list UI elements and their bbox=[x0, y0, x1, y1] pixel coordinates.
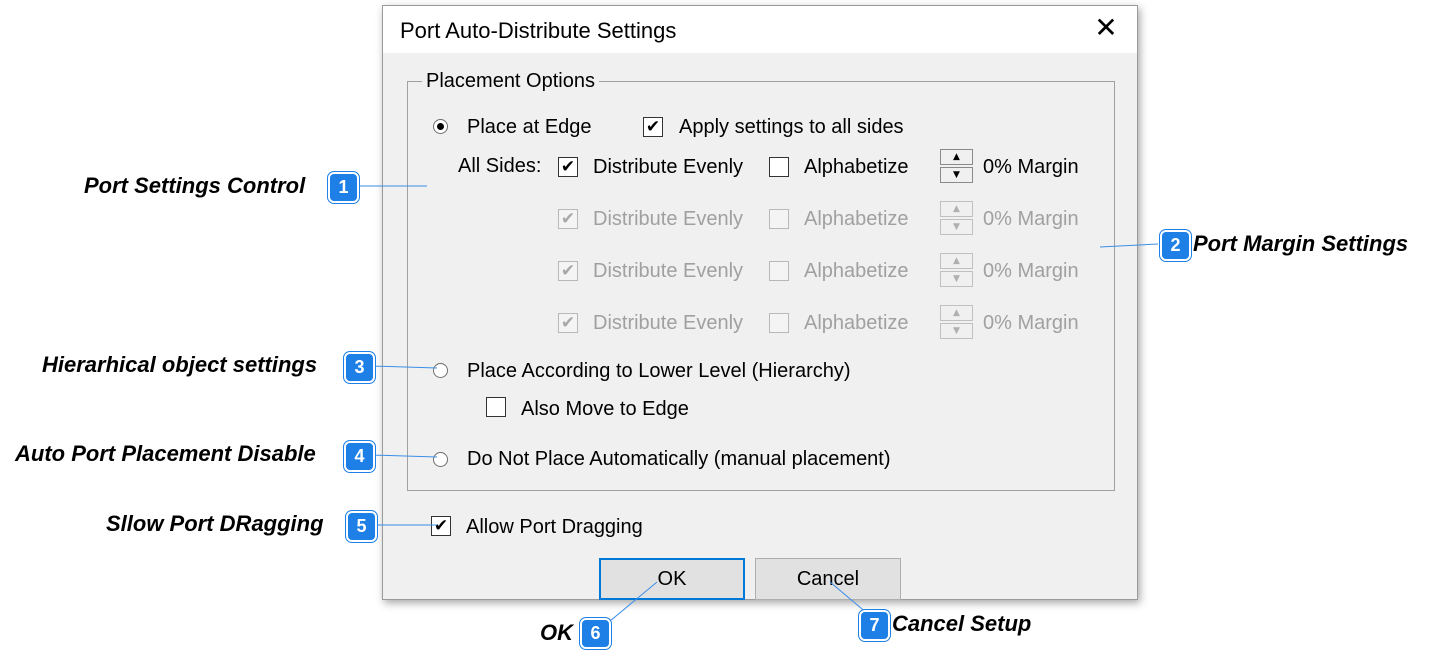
distribute-evenly-checkbox[interactable]: ✔ bbox=[558, 157, 578, 177]
dialog-title: Port Auto-Distribute Settings bbox=[400, 18, 677, 43]
place-at-edge-label: Place at Edge bbox=[467, 116, 592, 138]
port-auto-distribute-dialog: Port Auto-Distribute Settings ✕ Placemen… bbox=[382, 5, 1138, 600]
alphabetize-checkbox[interactable] bbox=[769, 157, 789, 177]
callout-6-text: OK bbox=[540, 620, 573, 645]
spin-up-icon: ▲ bbox=[940, 201, 973, 217]
callout-4-text: Auto Port Placement Disable bbox=[15, 441, 316, 466]
callout-2-text: Port Margin Settings bbox=[1193, 231, 1409, 256]
alphabetize-label: Alphabetize bbox=[804, 208, 909, 230]
manual-placement-label: Do Not Place Automatically (manual place… bbox=[467, 448, 891, 470]
also-move-to-edge-checkbox[interactable] bbox=[486, 397, 506, 417]
margin-spinner: ▲ ▼ bbox=[940, 149, 973, 183]
callout-7-badge: 7 bbox=[859, 610, 890, 641]
callout-6-badge: 6 bbox=[580, 618, 611, 649]
margin-spinner: ▲ ▼ bbox=[940, 201, 973, 235]
alphabetize-checkbox bbox=[769, 261, 789, 281]
distribute-evenly-checkbox: ✔ bbox=[558, 261, 578, 281]
also-move-to-edge-label: Also Move to Edge bbox=[521, 398, 689, 420]
cancel-button[interactable]: Cancel bbox=[755, 558, 901, 600]
margin-label: 0% Margin bbox=[983, 312, 1079, 334]
close-icon[interactable]: ✕ bbox=[1093, 14, 1119, 42]
callout-5-badge: 5 bbox=[346, 511, 377, 542]
callout-1-text: Port Settings Control bbox=[84, 173, 306, 198]
spin-up-icon[interactable]: ▲ bbox=[940, 149, 973, 165]
distribute-evenly-label: Distribute Evenly bbox=[593, 208, 744, 230]
distribute-evenly-checkbox: ✔ bbox=[558, 209, 578, 229]
allow-port-dragging-label: Allow Port Dragging bbox=[466, 516, 643, 538]
all-sides-label: All Sides: bbox=[458, 155, 542, 177]
ok-button[interactable]: OK bbox=[599, 558, 745, 600]
margin-label: 0% Margin bbox=[983, 208, 1079, 230]
distribute-evenly-label: Distribute Evenly bbox=[593, 312, 744, 334]
allow-port-dragging-checkbox[interactable]: ✔ bbox=[431, 516, 451, 536]
callout-3-text: Hierarhical object settings bbox=[42, 352, 318, 377]
apply-all-sides-checkbox[interactable]: ✔ bbox=[643, 117, 663, 137]
alphabetize-label: Alphabetize bbox=[804, 156, 909, 178]
margin-label: 0% Margin bbox=[983, 260, 1079, 282]
spin-down-icon[interactable]: ▼ bbox=[940, 167, 973, 183]
callout-4-badge: 4 bbox=[344, 441, 375, 472]
alphabetize-label: Alphabetize bbox=[804, 312, 909, 334]
callout-5-text: Sllow Port DRagging bbox=[106, 511, 324, 536]
distribute-evenly-label: Distribute Evenly bbox=[593, 260, 744, 282]
hierarchy-label: Place According to Lower Level (Hierarch… bbox=[467, 360, 851, 382]
apply-all-sides-label: Apply settings to all sides bbox=[679, 116, 904, 138]
callout-7-text: Cancel Setup bbox=[892, 611, 1032, 636]
dialog-titlebar: Port Auto-Distribute Settings ✕ bbox=[383, 6, 1137, 53]
alphabetize-label: Alphabetize bbox=[804, 260, 909, 282]
callout-3-badge: 3 bbox=[344, 352, 375, 383]
spin-up-icon: ▲ bbox=[940, 253, 973, 269]
callout-1-badge: 1 bbox=[328, 172, 359, 203]
callout-2-badge: 2 bbox=[1160, 230, 1191, 261]
alphabetize-checkbox bbox=[769, 209, 789, 229]
distribute-evenly-checkbox: ✔ bbox=[558, 313, 578, 333]
placement-options-group: Placement Options Place at Edge ✔ Apply … bbox=[407, 70, 1115, 491]
hierarchy-radio[interactable] bbox=[433, 363, 448, 378]
margin-label: 0% Margin bbox=[983, 156, 1079, 178]
manual-placement-radio[interactable] bbox=[433, 452, 448, 467]
alphabetize-checkbox bbox=[769, 313, 789, 333]
distribute-evenly-label: Distribute Evenly bbox=[593, 156, 744, 178]
margin-spinner: ▲ ▼ bbox=[940, 305, 973, 339]
margin-spinner: ▲ ▼ bbox=[940, 253, 973, 287]
placement-options-title: Placement Options bbox=[422, 70, 599, 93]
spin-down-icon: ▼ bbox=[940, 323, 973, 339]
spin-down-icon: ▼ bbox=[940, 219, 973, 235]
place-at-edge-radio[interactable] bbox=[433, 119, 448, 134]
spin-down-icon: ▼ bbox=[940, 271, 973, 287]
spin-up-icon: ▲ bbox=[940, 305, 973, 321]
